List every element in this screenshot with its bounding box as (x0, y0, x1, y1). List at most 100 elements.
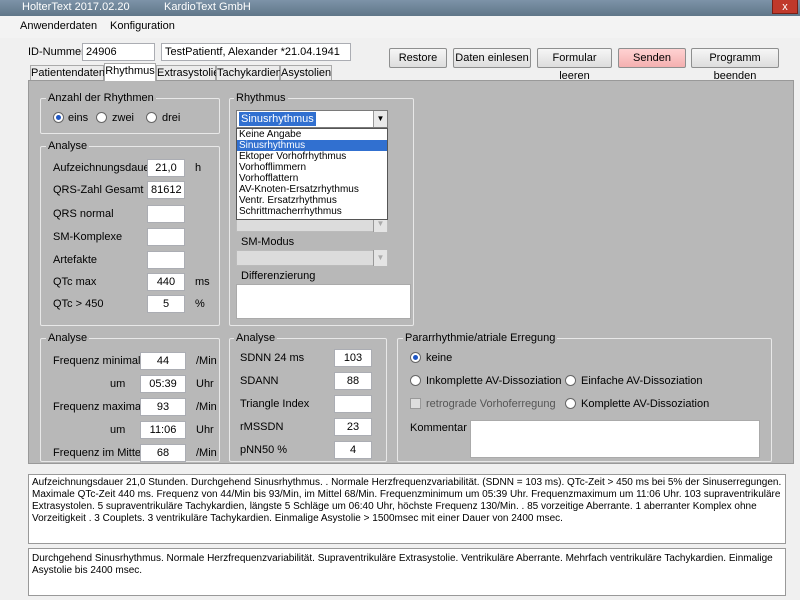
label-drei: drei (162, 112, 181, 124)
pararrhythmie-title: Pararrhythmie/atriale Erregung (403, 332, 558, 344)
analyse3-label-0: SDNN 24 ms (240, 352, 305, 364)
analyse2-title: Analyse (46, 332, 90, 344)
analyse1-input-0[interactable]: 21,0 (147, 159, 185, 177)
analyse3-label-1: SDANN (240, 375, 279, 387)
analyse1-label-5: QTc max (53, 276, 97, 288)
report-long-text[interactable]: Aufzeichnungsdauer 21,0 Stunden. Durchge… (28, 474, 786, 544)
rhythmus-option[interactable]: Ventr. Ersatzrhythmus (237, 195, 387, 206)
analyse1-input-6[interactable]: 5 (147, 295, 185, 313)
senden-button[interactable]: Senden (618, 48, 686, 68)
label-komplette: Komplette AV-Dissoziation (581, 398, 710, 410)
sm-modus-select[interactable]: ▼ (236, 250, 388, 266)
rhythmus-option[interactable]: Keine Angabe (237, 129, 387, 140)
rhythmus-option[interactable]: Vorhofflimmern (237, 162, 387, 173)
radio-komplette[interactable] (565, 398, 576, 409)
radio-einfache[interactable] (565, 375, 576, 386)
anzahl-title: Anzahl der Rhythmen (46, 92, 156, 104)
analyse3-label-4: pNN50 % (240, 444, 288, 456)
radio-zwei[interactable] (96, 112, 107, 123)
report-summary-text[interactable]: Durchgehend Sinusrhythmus. Normale Herzf… (28, 548, 786, 596)
analyse1-label-3: SM-Komplexe (53, 231, 123, 243)
menu-konfiguration[interactable]: Konfiguration (110, 20, 175, 32)
rhythmus-option[interactable]: Vorhofflattern (237, 173, 387, 184)
analyse2-unit-1: Uhr (196, 378, 214, 390)
analyse1-unit-5: ms (195, 276, 210, 288)
sm-modus-label: SM-Modus (241, 236, 295, 248)
analyse1-input-3[interactable] (147, 228, 185, 246)
patient-name-input[interactable]: TestPatientf, Alexander *21.04.1941 (161, 43, 351, 61)
analyse2-input-1[interactable]: 05:39 (140, 375, 186, 393)
tab-rhythmus[interactable]: Rhythmus (104, 63, 156, 81)
analyse3-input-2[interactable] (334, 395, 372, 413)
checkbox-retrograde[interactable] (410, 398, 421, 409)
analyse1-title: Analyse (46, 140, 90, 152)
differenzierung-input[interactable] (236, 284, 411, 319)
kommentar-input[interactable] (470, 420, 760, 458)
analyse2-input-4[interactable]: 68 (140, 444, 186, 462)
tab-tachykardien[interactable]: Tachykardien (216, 65, 282, 81)
daten-einlesen-button[interactable]: Daten einlesen (453, 48, 531, 68)
analyse3-input-0[interactable]: 103 (334, 349, 372, 367)
analyse2-unit-2: /Min (196, 401, 217, 413)
analyse2-unit-4: /Min (196, 447, 217, 459)
analyse1-label-6: QTc > 450 (53, 298, 104, 310)
label-retrograde: retrograde Vorhoferregung (426, 398, 556, 410)
analyse1-input-1[interactable]: 81612 (147, 181, 185, 199)
analyse1-input-5[interactable]: 440 (147, 273, 185, 291)
analyse2-input-3[interactable]: 11:06 (140, 421, 186, 439)
analyse2-label-1: um (110, 378, 126, 390)
analyse1-label-4: Artefakte (53, 254, 98, 266)
label-inkomplette: Inkomplette AV-Dissoziation (426, 375, 562, 387)
id-input[interactable]: 24906 (82, 43, 155, 61)
analyse3-input-4[interactable]: 4 (334, 441, 372, 459)
menu-anwenderdaten[interactable]: Anwenderdaten (20, 20, 97, 32)
restore-button[interactable]: Restore (389, 48, 447, 68)
analyse2-label-2: Frequenz maximal (53, 401, 144, 413)
programm-beenden-button[interactable]: Programm beenden (691, 48, 779, 82)
analyse2-unit-3: Uhr (196, 424, 214, 436)
tab-asystolien[interactable]: Asystolien (280, 65, 332, 81)
company-name: KardioText GmbH (164, 1, 251, 13)
label-keine: keine (426, 352, 453, 364)
analyse2-label-3: um (110, 424, 126, 436)
analyse1-label-2: QRS normal (53, 208, 114, 220)
id-label: ID-Nummer (28, 46, 85, 58)
rhythmus-option[interactable]: Ektoper Vorhofrhythmus (237, 151, 387, 162)
rhythmus-option[interactable]: Schrittmacherrhythmus (237, 206, 387, 217)
analyse2-label-4: Frequenz im Mittel (53, 447, 144, 459)
close-button[interactable]: x (772, 0, 798, 14)
analyse3-label-3: rMSSDN (240, 421, 284, 433)
analyse3-title: Analyse (234, 332, 278, 344)
radio-keine[interactable] (410, 352, 421, 363)
radio-inkomplette[interactable] (410, 375, 421, 386)
chevron-down-icon: ▼ (373, 250, 387, 266)
radio-drei[interactable] (146, 112, 157, 123)
formular-leeren-button[interactable]: Formular leeren (537, 48, 612, 82)
rhythmus-option[interactable]: Sinusrhythmus (237, 140, 387, 151)
analyse1-input-4[interactable] (147, 251, 185, 269)
analyse1-unit-6: % (195, 298, 205, 310)
analyse3-input-3[interactable]: 23 (334, 418, 372, 436)
chevron-down-icon[interactable]: ▼ (373, 111, 387, 127)
window-title: HolterText 2017.02.20 (22, 1, 130, 13)
analyse1-input-2[interactable] (147, 205, 185, 223)
analyse2-input-2[interactable]: 93 (140, 398, 186, 416)
rhythmus-option[interactable]: AV-Knoten-Ersatzrhythmus (237, 184, 387, 195)
analyse2-unit-0: /Min (196, 355, 217, 367)
label-eins: eins (68, 112, 89, 124)
kommentar-label: Kommentar (410, 422, 467, 434)
close-icon: x (782, 1, 788, 13)
tab-extrasystolie[interactable]: Extrasystolie (156, 65, 219, 81)
analyse2-input-0[interactable]: 44 (140, 352, 186, 370)
rhythmus-select[interactable]: Sinusrhythmus ▼ (236, 110, 388, 128)
analyse1-unit-0: h (195, 162, 202, 174)
differenzierung-label: Differenzierung (241, 270, 316, 282)
rhythmus-dropdown: Keine Angabe Sinusrhythmus Ektoper Vorhofr… (236, 128, 388, 220)
analyse3-input-1[interactable]: 88 (334, 372, 372, 390)
label-zwei: zwei (112, 112, 135, 124)
rhythmus-selected-value: Sinusrhythmus (239, 112, 316, 126)
label-einfache: Einfache AV-Dissoziation (581, 375, 703, 387)
tab-patientendaten[interactable]: Patientendaten (30, 65, 105, 81)
title-bar: HolterText 2017.02.20 KardioText GmbH x (0, 0, 800, 16)
radio-eins[interactable] (53, 112, 64, 123)
